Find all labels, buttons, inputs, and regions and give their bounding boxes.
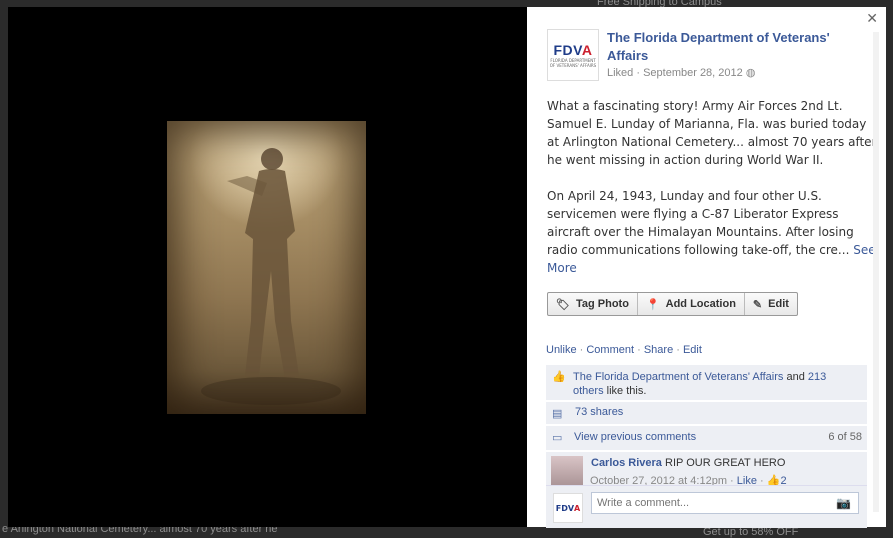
comment-bubble-icon: ▭ <box>552 432 563 444</box>
tag-icon: 🏷 <box>556 298 570 311</box>
edit-link[interactable]: Edit <box>683 344 702 356</box>
comment-text: Carlos Rivera RIP OUR GREAT HERO <box>591 457 786 469</box>
unlike-link[interactable]: Unlike <box>546 344 577 356</box>
likes-page-link[interactable]: The Florida Department of Veterans' Affa… <box>573 371 783 383</box>
shares-link[interactable]: 73 shares <box>575 406 623 418</box>
post-panel: ✕ FDVA FLORIDA DEPARTMENT OF VETERANS' A… <box>527 7 886 528</box>
tag-photo-button[interactable]: 🏷 Tag Photo <box>548 293 638 315</box>
edit-button[interactable]: ✎ Edit <box>745 293 797 315</box>
thumbs-up-icon: 👍 <box>552 371 566 383</box>
pencil-icon: ✎ <box>752 298 763 311</box>
location-pin-icon: 📍 <box>645 298 660 311</box>
view-previous-comments-link[interactable]: View previous comments <box>574 431 696 443</box>
post-date[interactable]: September 28, 2012 <box>643 67 743 79</box>
share-icon: ▤ <box>552 408 563 420</box>
shares-summary: ▤ 73 shares <box>546 402 867 424</box>
globe-icon: ◍ <box>745 67 756 79</box>
photo-actions: 🏷 Tag Photo 📍 Add Location ✎ Edit <box>547 292 798 316</box>
post-paragraph-1: What a fascinating story! Army Air Force… <box>547 99 877 167</box>
post-paragraph-2: On April 24, 1943, Lunday and four other… <box>547 189 876 275</box>
share-link[interactable]: Share <box>644 344 673 356</box>
close-icon[interactable]: ✕ <box>866 11 878 27</box>
composer-avatar: FDV A <box>553 493 583 523</box>
scrollbar[interactable] <box>873 32 879 512</box>
post-action-links: Unlike · Comment · Share · Edit <box>546 344 702 356</box>
soldier-photo <box>167 121 366 414</box>
comment-author-link[interactable]: Carlos Rivera <box>591 457 662 469</box>
page-name-link[interactable]: The Florida Department of Veterans' Affa… <box>607 29 867 65</box>
page-logo[interactable]: FDVA FLORIDA DEPARTMENT OF VETERANS' AFF… <box>547 29 599 81</box>
view-previous-comments-row: ▭ View previous comments 6 of 58 <box>546 426 867 450</box>
comment-composer: FDVA 📷 <box>546 485 867 528</box>
camera-icon[interactable]: 📷 <box>836 496 851 510</box>
add-location-button[interactable]: 📍 Add Location <box>638 293 745 315</box>
post-meta: Liked · September 28, 2012 ◍ <box>607 67 756 79</box>
comment-count: 6 of 58 <box>828 431 862 443</box>
comment-link[interactable]: Comment <box>586 344 634 356</box>
comment-input[interactable] <box>591 492 859 514</box>
post-body: What a fascinating story! Army Air Force… <box>547 97 877 295</box>
likes-summary: 👍 The Florida Department of Veterans' Af… <box>546 365 867 400</box>
